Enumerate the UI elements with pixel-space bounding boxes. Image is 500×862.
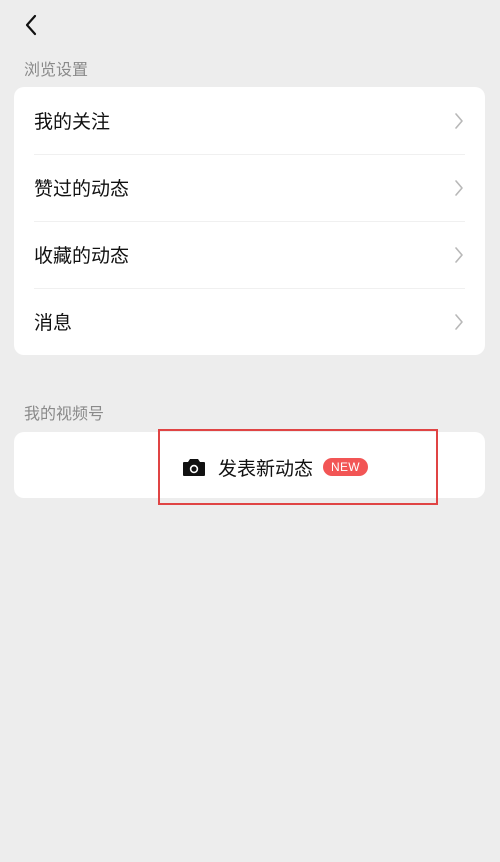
chevron-right-icon [453,111,465,131]
chevron-right-icon [453,245,465,265]
chevron-left-icon [25,14,37,36]
back-button[interactable] [14,8,48,42]
row-messages[interactable]: 消息 [14,288,485,355]
chevron-right-icon [453,178,465,198]
row-favorited-moments-label: 收藏的动态 [34,245,130,267]
row-following[interactable]: 我的关注 [14,87,485,154]
publish-highlight-box: 发表新动态 NEW [158,429,438,505]
row-favorited-moments[interactable]: 收藏的动态 [14,221,485,288]
row-liked-moments-label: 赞过的动态 [34,178,130,200]
publish-new-moment-button[interactable]: 发表新动态 NEW [182,454,368,481]
browse-settings-card: 我的关注 赞过的动态 收藏的动态 消息 [14,87,485,355]
new-badge: NEW [323,458,368,476]
row-liked-moments[interactable]: 赞过的动态 [14,154,485,221]
page: 浏览设置 我的关注 赞过的动态 收藏的动态 消息 我的视频号 发表新动态 NEW [0,0,500,862]
camera-icon [183,459,205,476]
chevron-right-icon [453,312,465,332]
publish-new-moment-label: 发表新动态 [218,457,314,480]
browse-settings-title: 浏览设置 [24,60,89,79]
my-channel-title: 我的视频号 [24,404,105,423]
row-messages-label: 消息 [34,312,73,334]
row-following-label: 我的关注 [34,111,111,133]
